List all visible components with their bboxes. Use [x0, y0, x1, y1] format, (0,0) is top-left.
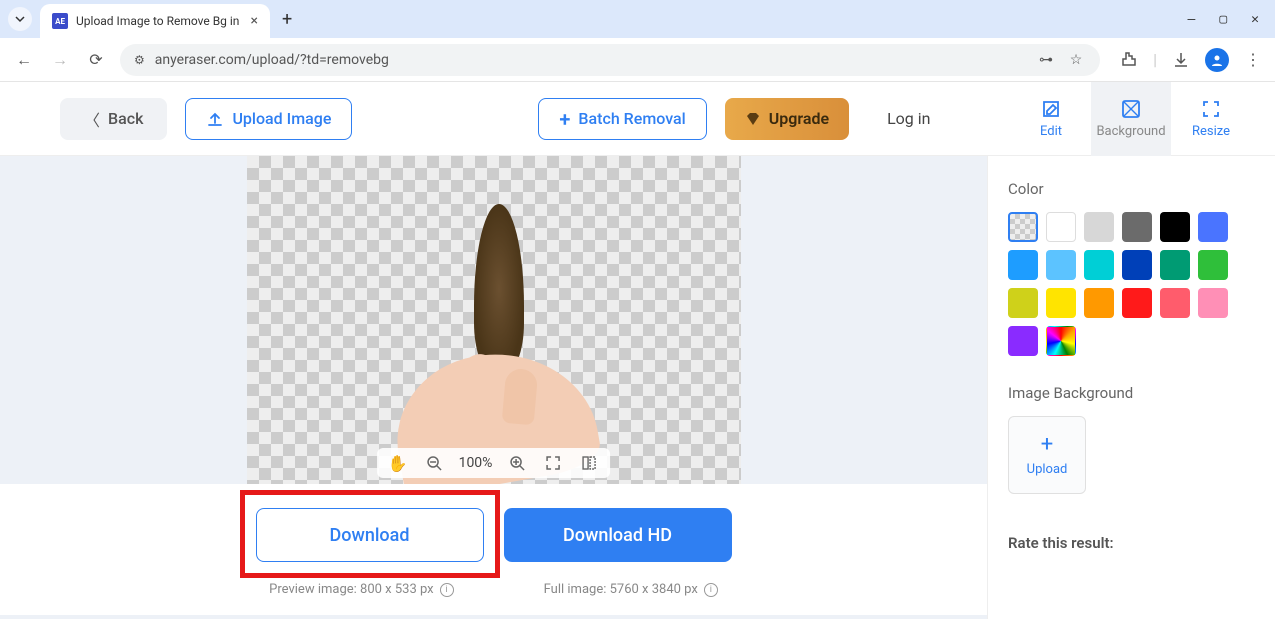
pinecone-shape: [474, 204, 524, 374]
back-button[interactable]: 〈 Back: [60, 98, 167, 140]
address-bar: ← → ⟳ ⚙ anyeraser.com/upload/?td=removeb…: [0, 38, 1275, 82]
download-row: Download Download HD Preview image: 800 …: [0, 484, 987, 615]
color-swatch[interactable]: [1008, 250, 1038, 280]
color-swatch[interactable]: [1122, 212, 1152, 242]
download-hd-button[interactable]: Download HD: [504, 508, 732, 562]
cutout-subject: [394, 204, 594, 484]
nav-back-icon[interactable]: ←: [12, 48, 36, 72]
extensions-icon[interactable]: [1119, 50, 1139, 70]
app-header: 〈 Back Upload Image + Batch Removal Upgr…: [0, 82, 1275, 156]
upgrade-label: Upgrade: [769, 109, 829, 128]
back-label: Back: [108, 109, 143, 128]
zoom-level: 100%: [459, 455, 493, 471]
key-icon[interactable]: ⊶: [1036, 50, 1056, 70]
main-area: ✋ 100%: [0, 156, 1275, 619]
site-info-icon[interactable]: ⚙: [134, 53, 145, 67]
tab-search-dropdown[interactable]: [8, 7, 32, 31]
profile-avatar-icon[interactable]: [1205, 48, 1229, 72]
login-link[interactable]: Log in: [887, 109, 930, 128]
minimize-icon[interactable]: —: [1188, 12, 1196, 27]
color-swatch[interactable]: [1160, 288, 1190, 318]
batch-removal-label: Batch Removal: [578, 109, 685, 128]
download-label: Download: [330, 525, 410, 546]
pan-hand-icon[interactable]: ✋: [387, 452, 409, 474]
color-swatch[interactable]: [1046, 326, 1076, 356]
color-swatch[interactable]: [1198, 288, 1228, 318]
color-swatch[interactable]: [1198, 212, 1228, 242]
upload-icon: [206, 110, 224, 128]
tool-background-label: Background: [1096, 124, 1165, 139]
color-swatches: [1008, 212, 1255, 356]
canvas-wrap: ✋ 100%: [247, 156, 741, 484]
batch-removal-button[interactable]: + Batch Removal: [538, 98, 706, 140]
upload-image-button[interactable]: Upload Image: [185, 98, 352, 140]
upload-bg-label: Upload: [1027, 462, 1068, 477]
chrome-menu-icon[interactable]: ⋮: [1243, 50, 1263, 70]
bookmark-star-icon[interactable]: ☆: [1066, 50, 1086, 70]
canvas-toolbar: ✋ 100%: [377, 448, 611, 478]
compare-icon[interactable]: [578, 452, 600, 474]
browser-tab-strip: AE Upload Image to Remove Bg in × + — ▢ …: [0, 0, 1275, 38]
color-swatch[interactable]: [1008, 212, 1038, 242]
tool-resize-label: Resize: [1192, 124, 1230, 139]
full-size-label: Full image: 5760 x 3840 px i: [544, 582, 718, 597]
upload-bg-tile[interactable]: + Upload: [1008, 416, 1086, 494]
nav-reload-icon[interactable]: ⟳: [84, 48, 108, 72]
download-hd-label: Download HD: [563, 525, 672, 546]
info-icon[interactable]: i: [440, 583, 454, 597]
color-swatch[interactable]: [1046, 288, 1076, 318]
color-swatch[interactable]: [1008, 288, 1038, 318]
tab-favicon: AE: [52, 13, 68, 29]
header-tools: Edit Background Resize: [1011, 82, 1251, 156]
plus-icon: +: [559, 107, 570, 131]
fullscreen-icon[interactable]: [542, 452, 564, 474]
url-input[interactable]: ⚙ anyeraser.com/upload/?td=removebg ⊶ ☆: [120, 44, 1100, 76]
info-icon[interactable]: i: [704, 583, 718, 597]
image-canvas[interactable]: ✋ 100%: [247, 156, 741, 484]
color-swatch[interactable]: [1160, 250, 1190, 280]
tool-edit-label: Edit: [1040, 124, 1062, 139]
plus-icon: +: [1041, 434, 1053, 456]
color-swatch[interactable]: [1084, 212, 1114, 242]
rate-heading: Rate this result:: [1008, 534, 1255, 552]
browser-tab[interactable]: AE Upload Image to Remove Bg in ×: [40, 4, 270, 38]
zoom-in-icon[interactable]: [506, 452, 528, 474]
upload-image-label: Upload Image: [232, 109, 331, 128]
finger-shape: [501, 368, 538, 426]
image-bg-heading: Image Background: [1008, 384, 1255, 402]
background-icon: [1120, 98, 1142, 120]
edit-icon: [1040, 98, 1062, 120]
side-panel: Color Image Background + Upload Rate thi…: [987, 156, 1275, 619]
downloads-icon[interactable]: [1171, 50, 1191, 70]
tab-close-icon[interactable]: ×: [251, 13, 258, 29]
maximize-icon[interactable]: ▢: [1219, 12, 1227, 27]
tool-background[interactable]: Background: [1091, 82, 1171, 156]
diamond-icon: [745, 111, 761, 127]
zoom-out-icon[interactable]: [423, 452, 445, 474]
upgrade-button[interactable]: Upgrade: [725, 98, 849, 140]
window-controls: — ▢ ✕: [1188, 12, 1267, 27]
new-tab-button[interactable]: +: [282, 9, 292, 30]
nav-forward-icon: →: [48, 48, 72, 72]
tool-edit[interactable]: Edit: [1011, 82, 1091, 156]
color-swatch[interactable]: [1084, 288, 1114, 318]
color-swatch[interactable]: [1046, 250, 1076, 280]
canvas-column: ✋ 100%: [0, 156, 987, 619]
color-swatch[interactable]: [1160, 212, 1190, 242]
download-button[interactable]: Download: [256, 508, 484, 562]
color-swatch[interactable]: [1122, 250, 1152, 280]
resize-icon: [1200, 98, 1222, 120]
color-swatch[interactable]: [1122, 288, 1152, 318]
color-swatch[interactable]: [1008, 326, 1038, 356]
preview-size-label: Preview image: 800 x 533 px i: [269, 582, 453, 597]
chevron-left-icon: 〈: [84, 107, 100, 131]
close-window-icon[interactable]: ✕: [1251, 12, 1259, 27]
tab-title: Upload Image to Remove Bg in: [76, 14, 243, 28]
color-swatch[interactable]: [1046, 212, 1076, 242]
color-heading: Color: [1008, 180, 1255, 198]
tool-resize[interactable]: Resize: [1171, 82, 1251, 156]
color-swatch[interactable]: [1198, 250, 1228, 280]
color-swatch[interactable]: [1084, 250, 1114, 280]
url-text: anyeraser.com/upload/?td=removebg: [155, 52, 1026, 68]
